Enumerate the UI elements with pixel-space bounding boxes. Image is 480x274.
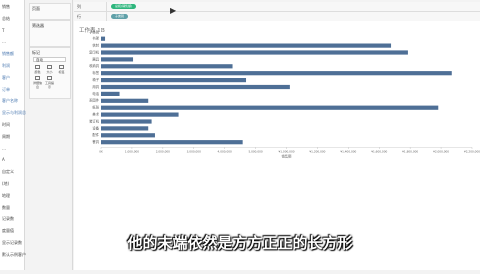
- x-tick-label: 0K: [99, 149, 103, 153]
- bar: [101, 78, 247, 83]
- field-item[interactable]: 客户: [2, 75, 10, 81]
- x-tick-label: 2,000,000: [156, 149, 170, 153]
- field-item[interactable]: 地理: [2, 193, 10, 199]
- bar: [101, 126, 149, 131]
- bar: [101, 50, 408, 55]
- x-tick-label: 5,000,000: [248, 149, 262, 153]
- bar: [101, 98, 149, 103]
- field-item[interactable]: 总结: [2, 16, 10, 22]
- bar: [101, 105, 439, 110]
- rows-pill[interactable]: 子类别: [111, 14, 129, 19]
- category-label: 设备: [92, 125, 99, 130]
- detail-button[interactable]: 详细信息: [32, 76, 43, 89]
- category-label: 餐具: [92, 139, 99, 144]
- color-icon: [35, 65, 40, 69]
- category-label: 系固件: [89, 98, 100, 103]
- category-label: 配件: [92, 132, 99, 137]
- video-subtitle: 他的末端依然是方方正正的长方形: [127, 234, 353, 252]
- category-label: 收纳具: [89, 63, 100, 68]
- mouse-cursor-icon: ▶: [170, 6, 177, 15]
- x-tick-label: ¥2,000,000: [433, 149, 449, 153]
- bar: [101, 57, 134, 62]
- x-axis-title: 销售额: [282, 153, 293, 158]
- field-item[interactable]: 销售额: [2, 51, 14, 57]
- columns-shelf[interactable]: 列 总和(销售额): [74, 2, 480, 12]
- field-item[interactable]: 自定义: [2, 169, 14, 175]
- field-item[interactable]: …: [2, 146, 6, 151]
- bar: [101, 140, 243, 145]
- cards-column: 页面 筛选器 标记 自动 颜色 大小 标签 详细信息 工具提示: [26, 0, 73, 270]
- field-item[interactable]: 周期: [2, 134, 10, 140]
- category-label: 器具: [92, 56, 99, 61]
- x-tick-label: 1,000,000: [125, 149, 139, 153]
- category-label: 用具: [92, 84, 99, 89]
- category-label: 书架: [92, 36, 99, 41]
- bar: [101, 112, 179, 117]
- bar: [101, 36, 106, 41]
- filters-title: 筛选器: [32, 23, 44, 28]
- x-tick-label: 3,000,000: [187, 149, 201, 153]
- bar: [101, 71, 452, 76]
- field-item[interactable]: 数量: [2, 205, 10, 211]
- color-button[interactable]: 颜色: [32, 65, 43, 74]
- detail-icon: [35, 76, 40, 80]
- x-tick-label: 4,000,000: [218, 149, 232, 153]
- pages-card[interactable]: 页面: [29, 3, 71, 20]
- category-label: 信封: [92, 43, 99, 48]
- field-item[interactable]: 销售: [2, 4, 10, 10]
- shelf-divider: [106, 12, 107, 21]
- x-tick-label: ¥1,400,000: [340, 149, 356, 153]
- marks-card: 标记 自动 颜色 大小 标签 详细信息 工具提示: [29, 47, 71, 99]
- field-item[interactable]: T: [2, 28, 4, 33]
- bar: [101, 64, 233, 69]
- category-label: 装订机: [89, 118, 100, 123]
- field-item[interactable]: 订单: [2, 87, 10, 93]
- marks-title: 标记: [32, 50, 40, 55]
- label-icon: [59, 65, 64, 69]
- marks-type-select[interactable]: 自动: [33, 57, 66, 62]
- columns-label: 列: [77, 4, 81, 9]
- category-label: 复印机: [89, 49, 100, 54]
- filters-card[interactable]: 筛选器: [29, 20, 71, 47]
- bar: [101, 84, 290, 90]
- tooltip-button[interactable]: 工具提示: [44, 76, 55, 89]
- category-label: 电话: [92, 91, 99, 96]
- field-item[interactable]: 时间: [2, 122, 10, 128]
- category-label: 标签: [92, 70, 99, 75]
- rows-label: 行: [77, 14, 81, 19]
- field-item[interactable]: 利润: [2, 63, 10, 69]
- field-item[interactable]: …: [2, 39, 6, 44]
- bar: [101, 43, 392, 48]
- bar: [101, 133, 155, 138]
- field-item[interactable]: 客户名称: [2, 98, 18, 104]
- bar: [101, 91, 120, 96]
- size-button[interactable]: 大小: [44, 65, 55, 74]
- label-button[interactable]: 标签: [56, 65, 67, 74]
- size-icon: [47, 65, 52, 69]
- x-tick-label: ¥2,200,000: [464, 149, 480, 153]
- field-item[interactable]: 记录数: [2, 216, 14, 222]
- category-label: 纸张: [92, 105, 99, 110]
- category-label: 美术: [92, 112, 99, 117]
- field-item[interactable]: (地): [2, 181, 9, 187]
- category-label: 椅子: [92, 77, 99, 82]
- x-tick-label: ¥1,800,000: [402, 149, 418, 153]
- x-tick-label: ¥1,600,000: [371, 149, 387, 153]
- columns-pill[interactable]: 总和(销售额): [111, 4, 137, 9]
- x-tick-label: ¥1,000,000: [278, 149, 294, 153]
- shelf-divider: [106, 2, 107, 11]
- data-pane: 销售 总结 T… 销售额 利润 客户 订单 客户名称 显示与利润总客户 时间 周期… A 自定义 (地) 地…: [0, 0, 34, 270]
- sheet-title: 工作表 1B: [79, 28, 105, 34]
- field-item[interactable]: A: [2, 157, 5, 162]
- pages-title: 页面: [32, 6, 40, 11]
- tooltip-icon: [47, 76, 52, 80]
- x-tick-label: ¥1,200,000: [309, 149, 325, 153]
- bar: [101, 119, 152, 124]
